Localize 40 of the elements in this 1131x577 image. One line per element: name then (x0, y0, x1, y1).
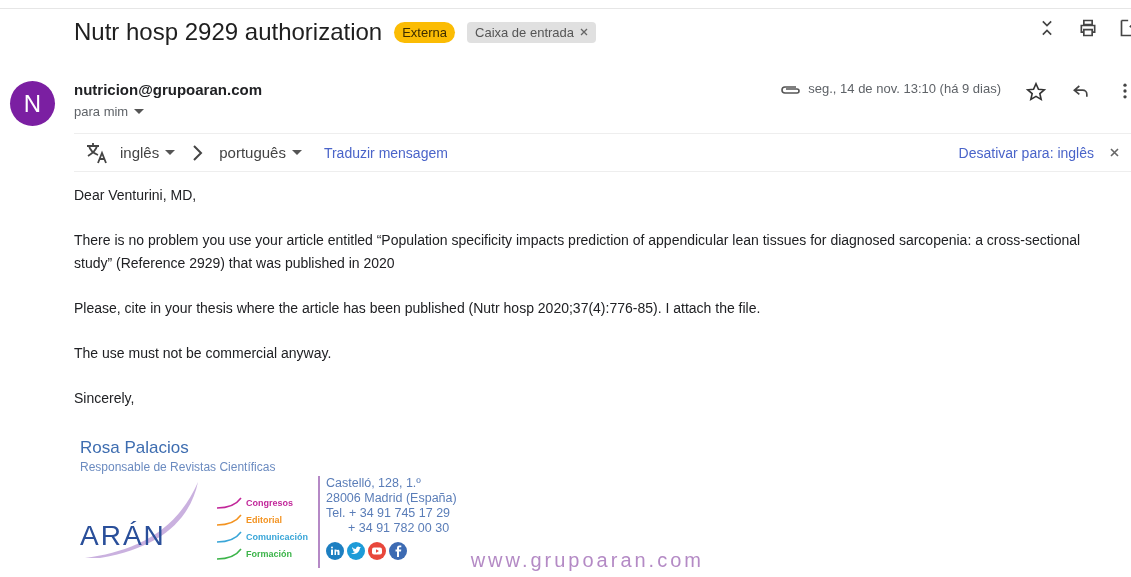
caret-icon (134, 108, 145, 115)
star-icon[interactable] (1025, 81, 1047, 103)
close-icon[interactable] (580, 28, 589, 36)
division-label: Congresos (246, 498, 293, 508)
address-line: 28006 Madrid (España) (326, 491, 457, 506)
source-language-dropdown[interactable]: inglês (120, 144, 176, 161)
signature-role: Responsable de Revistas Científicas (80, 460, 277, 474)
caret-icon (291, 149, 302, 156)
email-subject: Nutr hosp 2929 authorization (74, 18, 383, 46)
translate-message-link[interactable]: Traduzir mensagem (323, 144, 448, 161)
email-paragraph: Dear Venturini, MD, (74, 186, 198, 205)
sender-email: nutricion@grupoaran.com (74, 81, 263, 98)
print-icon[interactable] (1078, 18, 1098, 38)
close-icon[interactable] (1110, 148, 1119, 157)
sender-avatar[interactable]: N (10, 81, 55, 126)
division-label: Formación (246, 549, 292, 559)
disable-translation-link[interactable]: Desativar para: inglês (958, 144, 1094, 161)
company-logo: ARÁN (80, 520, 166, 552)
address-line: + 34 91 782 00 30 (347, 521, 451, 536)
address-line: Tel. + 34 91 745 17 29 (326, 506, 452, 521)
email-paragraph: Sincerely, (74, 389, 136, 408)
recipient-dropdown[interactable]: para mim (74, 104, 781, 119)
label-chip[interactable]: Caixa de entrada (467, 21, 597, 43)
signature-name: Rosa Palacios (80, 438, 190, 458)
target-language-dropdown[interactable]: português (219, 144, 302, 161)
division-label: Comunicación (246, 532, 308, 542)
social-icon[interactable] (326, 542, 344, 560)
bird-icon[interactable] (347, 542, 365, 560)
social-icon[interactable] (389, 542, 407, 560)
caret-icon (165, 149, 176, 156)
email-paragraph: There is no problem you use your article entitled “Population specificity impacts prediction of appendicular lean tissues for diagnosed sarcopenia: a cross-sectional study” (Reference 2929) that was published in 2020 (74, 231, 1082, 273)
play-icon[interactable] (368, 542, 386, 560)
division-label: Editorial (246, 515, 282, 525)
email-paragraph: The use must not be commercial anyway. (74, 344, 333, 363)
label-chip[interactable]: Externa (394, 21, 455, 43)
email-date: seg., 14 de nov. 13:10 (há 9 dias) (808, 81, 1001, 96)
address-line: Castelló, 128, 1.º (326, 476, 422, 491)
email-paragraph: Please, cite in your thesis where the article has been published (Nutr hosp 2020;37(4):776-85). I attach the file. (74, 299, 762, 318)
translate-icon (86, 141, 110, 164)
website-address: www.grupoaran.com (470, 549, 704, 572)
